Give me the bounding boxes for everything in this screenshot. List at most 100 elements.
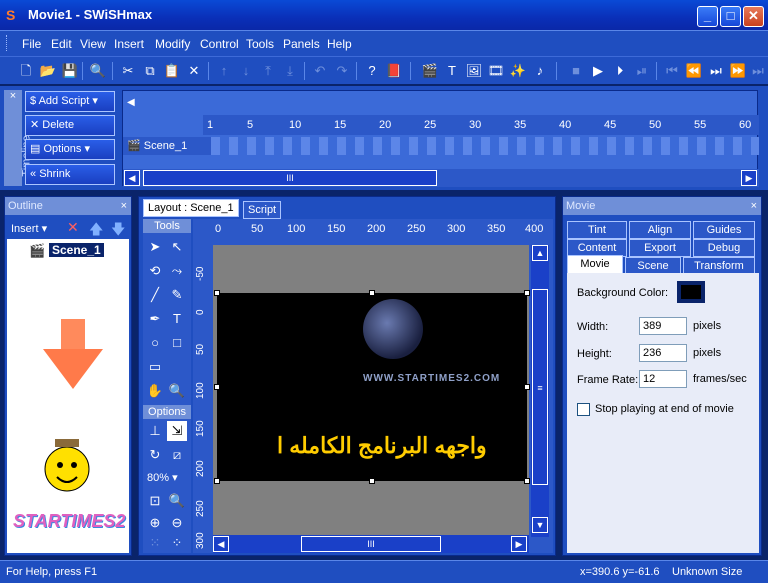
add-script-button[interactable]: $ Add Script ▾ (25, 91, 115, 112)
resize-handle[interactable] (524, 290, 530, 296)
insert-scene-icon[interactable]: 🎬 (420, 61, 440, 81)
pencil-icon[interactable]: ✎ (167, 285, 187, 305)
resize-handle[interactable] (524, 478, 530, 484)
zoom-100-icon[interactable]: 🔍 (167, 491, 187, 511)
stage-vertical-scrollbar[interactable]: ▲ ≡ ▼ (531, 245, 549, 537)
move-top-icon[interactable]: ⤒ (258, 61, 278, 81)
scroll-left-icon[interactable]: ◀ (124, 170, 140, 186)
menu-panels[interactable]: Panels (283, 37, 320, 51)
movie-stage[interactable]: WWW.STARTIMES2.COM واجهه البرنامج الكامل… (217, 293, 527, 481)
menu-view[interactable]: View (80, 37, 106, 51)
menu-modify[interactable]: Modify (155, 37, 190, 51)
rectangle-icon[interactable]: □ (167, 333, 187, 353)
line-icon[interactable]: ╱ (145, 285, 165, 305)
insert-sound-icon[interactable]: ♪ (530, 61, 550, 81)
delete-icon[interactable]: ✕ (67, 219, 79, 236)
copy-icon[interactable]: ⧉ (140, 61, 160, 81)
find-icon[interactable]: 🔍 (88, 61, 108, 81)
move-bottom-icon[interactable]: ⤓ (280, 61, 300, 81)
tab-guides[interactable]: Guides (693, 221, 755, 239)
save-icon[interactable]: 💾 (60, 61, 80, 81)
menu-insert[interactable]: Insert (114, 37, 144, 51)
background-color-swatch[interactable] (677, 281, 705, 303)
insert-text-icon[interactable]: T (442, 61, 462, 81)
close-button[interactable]: ✕ (743, 6, 764, 27)
insert-content-icon[interactable]: 🎞 (486, 61, 506, 81)
book-icon[interactable]: 📕 (384, 61, 404, 81)
insert-effect-icon[interactable]: ✨ (508, 61, 528, 81)
tab-layout[interactable]: Layout : Scene_1 (143, 199, 239, 217)
close-icon[interactable]: × (121, 197, 127, 215)
cut-icon[interactable]: ✂ (118, 61, 138, 81)
select-arrow-icon[interactable]: ➤ (145, 237, 165, 257)
tab-align[interactable]: Align (629, 221, 691, 239)
close-icon[interactable]: × (751, 197, 757, 215)
scroll-thumb[interactable]: III (301, 536, 441, 552)
move-up-icon[interactable]: ↑ (214, 61, 234, 81)
resize-handle[interactable] (524, 384, 530, 390)
zoom-level-select[interactable]: 80% ▾ (147, 471, 178, 484)
tab-script[interactable]: Script (243, 201, 282, 219)
step-forward-icon[interactable]: ⏭ (706, 61, 726, 81)
subselect-icon[interactable]: ↖ (167, 237, 187, 257)
hand-icon[interactable]: ✋ (145, 381, 165, 401)
frame-rate-field[interactable]: 12 (639, 370, 687, 388)
stop-at-end-checkbox[interactable] (577, 403, 590, 416)
timeline-scrollbar[interactable]: ◀ III ▶ (123, 169, 759, 187)
scroll-down-icon[interactable]: ▼ (532, 517, 548, 533)
zoom-icon[interactable]: 🔍 (167, 381, 187, 401)
autoshape-icon[interactable]: ▭ (145, 357, 165, 377)
rewind-start-icon[interactable]: ⏮ (662, 61, 682, 81)
open-icon[interactable]: 📂 (38, 61, 58, 81)
play-scene-icon[interactable]: ⏵ (610, 61, 630, 81)
resize-handle[interactable] (369, 290, 375, 296)
menu-file[interactable]: File (22, 37, 41, 51)
zoom-in-icon[interactable]: ⊕ (145, 513, 165, 533)
text-tool-icon[interactable]: T (167, 309, 187, 329)
delete-button[interactable]: ✕ Delete (25, 115, 115, 136)
end-icon[interactable]: ⏭ (748, 61, 768, 81)
motion-path-icon[interactable]: ⤳ (167, 261, 187, 281)
insert-image-icon[interactable]: 🖼 (464, 61, 484, 81)
scroll-right-icon[interactable]: ▶ (511, 536, 527, 552)
paste-icon[interactable]: 📋 (162, 61, 182, 81)
resize-icon[interactable]: ⇲ (167, 421, 187, 441)
snap-grid-icon[interactable]: ⁘ (167, 533, 187, 553)
tab-movie[interactable]: Movie (567, 255, 623, 275)
stage-text[interactable]: واجهه البرنامج الكامله ا (277, 433, 487, 459)
scene-track[interactable]: 🎬 Scene_1 (123, 137, 759, 155)
insert-dropdown[interactable]: Insert ▾ (11, 222, 47, 235)
options-button[interactable]: ▤ Options ▾ (25, 139, 115, 160)
maximize-button[interactable]: □ (720, 6, 741, 27)
scroll-thumb[interactable]: ≡ (532, 289, 548, 485)
scene-node[interactable]: Scene_1 (49, 243, 104, 257)
zoom-out-icon[interactable]: ⊖ (167, 513, 187, 533)
stop-icon[interactable]: ■ (566, 61, 586, 81)
undo-icon[interactable]: ↶ (310, 61, 330, 81)
bezier-icon[interactable]: ✒ (145, 309, 165, 329)
fast-forward-icon[interactable]: ⏩ (728, 61, 748, 81)
resize-handle[interactable] (214, 290, 220, 296)
move-down-icon[interactable]: ↓ (236, 61, 256, 81)
play-timeline-icon[interactable]: ⏯ (632, 61, 652, 81)
help-icon[interactable]: ? (362, 61, 382, 81)
resize-handle[interactable] (214, 478, 220, 484)
prev-frame-icon[interactable]: ◀ (127, 97, 135, 108)
grid-icon[interactable]: ⁙ (145, 533, 165, 553)
menu-control[interactable]: Control (200, 37, 239, 51)
stage-horizontal-scrollbar[interactable]: ◀ III ▶ (213, 535, 529, 553)
ellipse-icon[interactable]: ○ (145, 333, 165, 353)
step-back-icon[interactable]: ⏪ (684, 61, 704, 81)
zoom-fit-icon[interactable]: ⊡ (145, 491, 165, 511)
rotate-icon[interactable]: ↻ (145, 445, 165, 465)
scroll-right-icon[interactable]: ▶ (741, 170, 757, 186)
menu-help[interactable]: Help (327, 37, 352, 51)
scroll-left-icon[interactable]: ◀ (213, 536, 229, 552)
close-icon[interactable]: × (4, 90, 22, 102)
tab-export[interactable]: Export (629, 239, 691, 257)
shrink-button[interactable]: « Shrink (25, 164, 115, 185)
new-icon[interactable]: 🗋 (16, 61, 36, 81)
height-field[interactable]: 236 (639, 344, 687, 362)
scene-frames[interactable] (211, 137, 759, 155)
skew-icon[interactable]: ⧄ (167, 445, 187, 465)
